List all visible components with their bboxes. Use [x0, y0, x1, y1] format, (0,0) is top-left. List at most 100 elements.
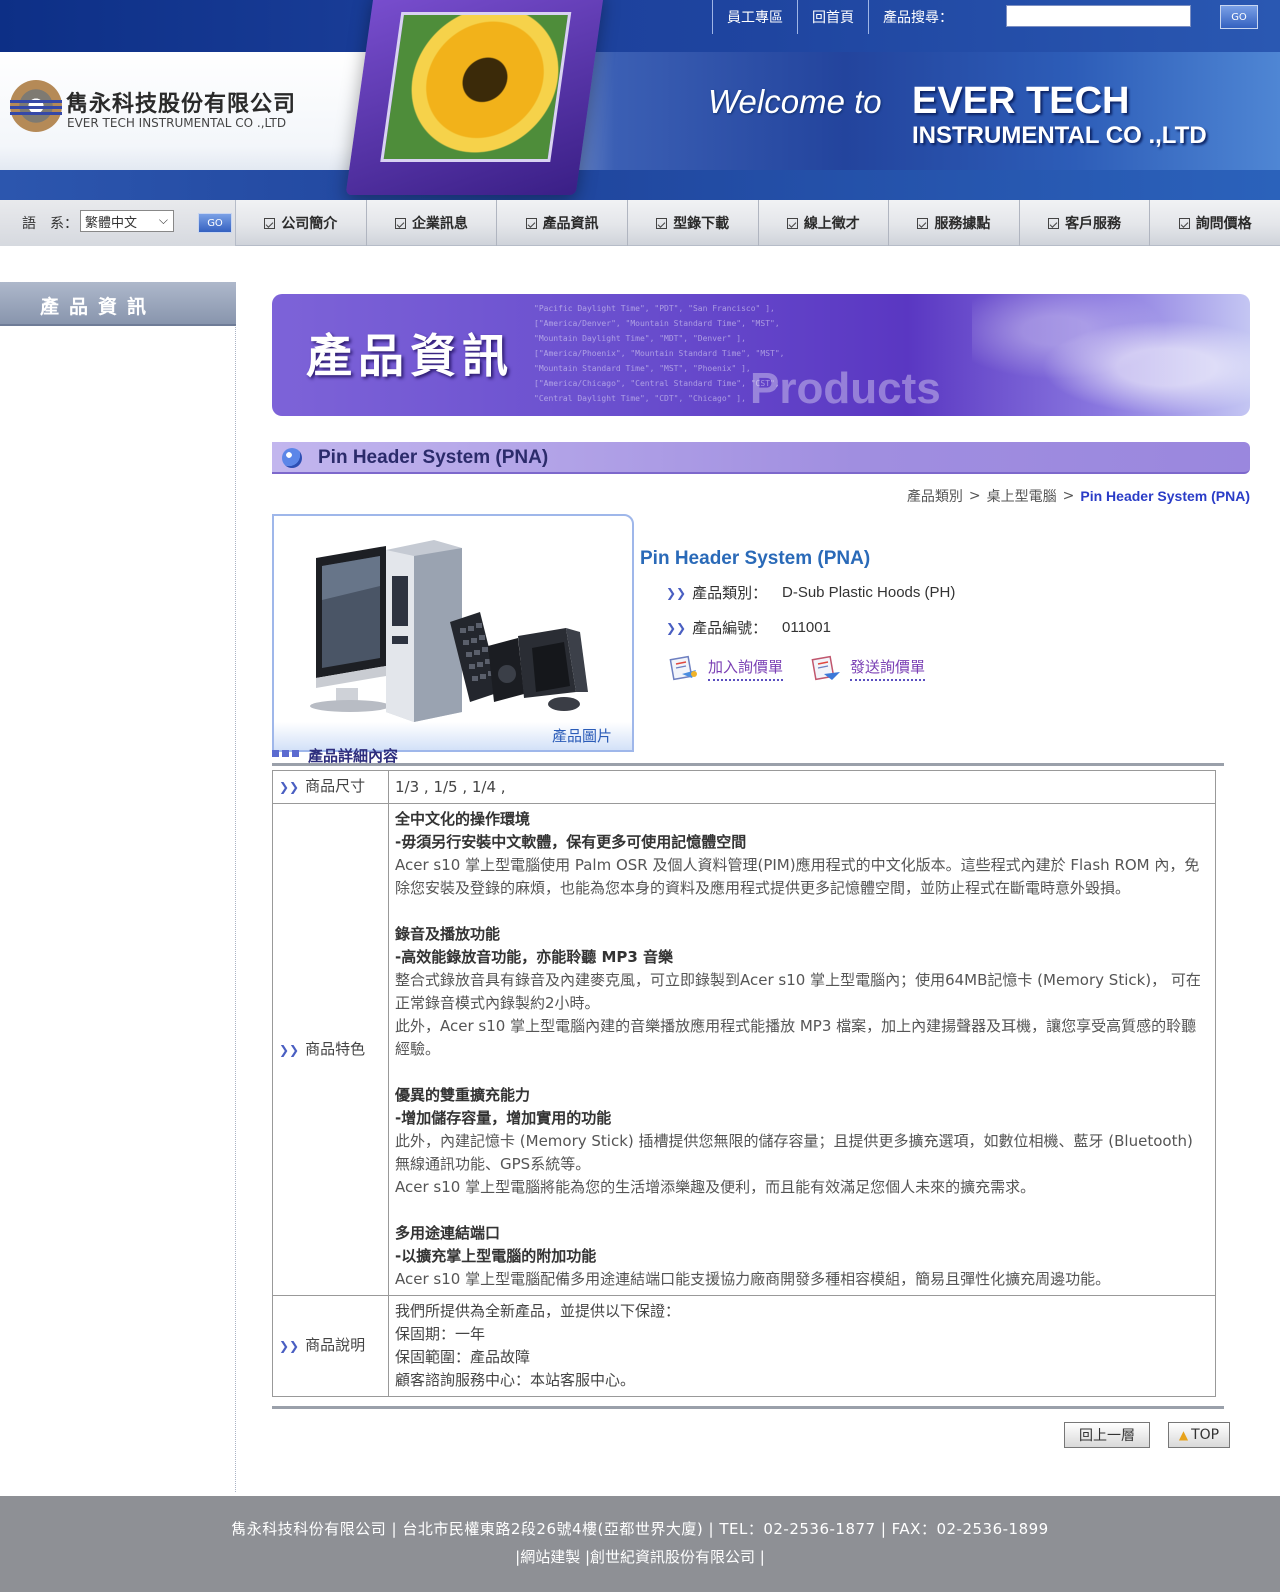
detail-header: 產品詳細內容: [272, 744, 1224, 766]
desktop-computer-image: [310, 540, 588, 722]
product-category-value: D-Sub Plastic Hoods (PH): [782, 584, 956, 601]
product-image-box[interactable]: 產品圖片: [272, 514, 634, 752]
banner-wave-graphic: [972, 294, 1250, 416]
table-row-description: ❯❯ 商品說明 我們所提供為全新產品，並提供以下保證： 保固期：一年 保固範圍：產…: [272, 1295, 1216, 1397]
breadcrumb-item-current: Pin Header System (PNA): [1080, 488, 1250, 504]
feature-body: Acer s10 掌上型電腦使用 Palm OSR 及個人資料管理(PIM)應用…: [395, 856, 1200, 897]
description-line: 顧客諮詢服務中心：本站客服中心。: [395, 1371, 636, 1389]
globe-bullet-icon: [282, 448, 302, 468]
double-arrow-icon: ❯❯: [279, 780, 300, 794]
feature-subtitle: -以擴充掌上型電腦的附加功能: [395, 1247, 597, 1265]
description-line: 保固期：一年: [395, 1325, 486, 1343]
checkbox-icon: [1048, 217, 1060, 229]
checkbox-icon: [656, 217, 668, 229]
home-link[interactable]: 回首頁: [797, 0, 868, 34]
section-title: Pin Header System (PNA): [318, 447, 549, 468]
up-arrow-icon: ▲: [1178, 1428, 1189, 1442]
checkbox-icon: [264, 217, 276, 229]
banner-bg-text: "Pacific Daylight Time", "PDT", "San Fra…: [534, 304, 775, 313]
feature-body: 此外，Acer s10 掌上型電腦內建的音樂播放應用程式能播放 MP3 檔案，加…: [395, 1017, 1197, 1058]
feature-subtitle: -毋須另行安裝中文軟體，保有更多可使用記憶體空間: [395, 833, 747, 851]
footer-credit-link[interactable]: |網站建製 |創世紀資訊股份有限公司 |: [0, 1546, 1280, 1567]
back-button[interactable]: 回上一層: [1064, 1422, 1150, 1448]
nav-item-careers[interactable]: 線上徵才: [759, 200, 890, 246]
feature-block: 優異的雙重擴充能力 -增加儲存容量，增加實用的功能 此外，內建記憶卡 (Memo…: [395, 1084, 1209, 1199]
detail-table: ❯❯ 商品尺寸 1/3 , 1/5 , 1/4 , ❯❯ 商品特色 全中文化的操作環…: [272, 770, 1216, 1397]
send-inquiry-button[interactable]: 發送詢價單: [810, 654, 926, 682]
feature-title: 優異的雙重擴充能力: [395, 1086, 531, 1104]
chevron-down-icon: ⌵: [158, 213, 168, 227]
table-bottom-rule: [272, 1406, 1224, 1409]
feature-block: 多用途連結端口 -以擴充掌上型電腦的附加功能 Acer s10 掌上型電腦配備多…: [395, 1222, 1209, 1291]
double-arrow-icon: ❯❯: [279, 1339, 300, 1353]
top-links: 員工專區 回首頁 產品搜尋：: [712, 0, 963, 34]
breadcrumb-item-desktop[interactable]: 桌上型電腦: [987, 486, 1057, 506]
breadcrumb-item-category[interactable]: 產品類別: [907, 486, 963, 506]
detail-title: 產品詳細內容: [308, 747, 399, 765]
language-area: 語 系： 繁體中文 ⌵ GO: [0, 200, 236, 246]
site-header: 雋永科技股份有限公司 EVER TECH INSTRUMENTAL CO .,L…: [0, 0, 1280, 200]
nav-item-corporate-news[interactable]: 企業訊息: [367, 200, 498, 246]
staff-area-link[interactable]: 員工專區: [712, 0, 797, 34]
page: 雋永科技股份有限公司 EVER TECH INSTRUMENTAL CO .,L…: [0, 0, 1280, 1592]
product-image-label[interactable]: 產品圖片: [552, 725, 612, 746]
sidebar-title: 產品資訊: [0, 282, 236, 326]
checkbox-icon: [917, 217, 929, 229]
size-label-cell: ❯❯ 商品尺寸: [272, 770, 389, 804]
nav-item-company-intro[interactable]: 公司簡介: [236, 200, 367, 246]
top-button[interactable]: ▲ TOP: [1168, 1422, 1230, 1448]
site-footer: 雋永科技科份有限公司 | 台北市民權東路2段26號4樓(亞都世界大廈) | TE…: [0, 1496, 1280, 1592]
brand-name-line2: INSTRUMENTAL CO .,LTD: [912, 122, 1207, 149]
add-to-inquiry-label: 加入詢價單: [708, 656, 784, 681]
banner-title: 產品資訊: [306, 329, 514, 383]
sunflower-screen: [380, 12, 572, 162]
language-label: 語 系：: [22, 216, 78, 232]
feature-title: 錄音及播放功能: [395, 925, 501, 943]
double-arrow-icon: ❯❯: [666, 620, 687, 635]
section-header: Pin Header System (PNA): [272, 442, 1250, 474]
product-code-value: 011001: [782, 619, 831, 636]
feature-title: 全中文化的操作環境: [395, 810, 531, 828]
square-bullets-icon: [272, 750, 299, 757]
feature-body: Acer s10 掌上型電腦配備多用途連結端口能支援協力廠商開發多種相容模組，簡…: [395, 1270, 1111, 1288]
feature-title: 多用途連結端口: [395, 1224, 501, 1242]
search-go-button[interactable]: GO: [1220, 5, 1258, 29]
product-category-row: ❯❯ 產品類別： D-Sub Plastic Hoods (PH): [666, 582, 955, 603]
send-inquiry-icon: [811, 655, 840, 681]
features-label-cell: ❯❯ 商品特色: [272, 803, 389, 1296]
company-name-en[interactable]: EVER TECH INSTRUMENTAL CO .,LTD: [67, 116, 286, 130]
nav-item-products[interactable]: 產品資訊: [497, 200, 628, 246]
nav-item-service-locations[interactable]: 服務據點: [889, 200, 1020, 246]
add-inquiry-icon: [669, 655, 697, 681]
banner-bg-text: ["America/Denver", "Mountain Standard Ti…: [534, 319, 780, 328]
header-bottom-band: [0, 170, 1280, 200]
product-category-label: 產品類別：: [692, 584, 768, 602]
product-code-label: 產品編號：: [692, 619, 768, 637]
nav-item-price-inquiry[interactable]: 詢問價格: [1150, 200, 1280, 246]
description-value-cell: 我們所提供為全新產品，並提供以下保證： 保固期：一年 保固範圍：產品故障 顧客諮…: [388, 1295, 1216, 1397]
features-value-cell: 全中文化的操作環境 -毋須另行安裝中文軟體，保有更多可使用記憶體空間 Acer …: [388, 803, 1216, 1296]
sidebar-title-text: 產品資訊: [40, 296, 157, 318]
checkbox-icon: [1178, 217, 1190, 229]
nav-item-customer-service[interactable]: 客戶服務: [1020, 200, 1151, 246]
company-name-cn[interactable]: 雋永科技股份有限公司: [66, 86, 296, 118]
product-search-input[interactable]: [1006, 5, 1191, 27]
double-arrow-icon: ❯❯: [666, 585, 687, 600]
language-go-button[interactable]: GO: [198, 213, 232, 233]
breadcrumb-separator: >: [968, 488, 981, 504]
description-line: 保固範圍：產品故障: [395, 1348, 531, 1366]
product-search-label: 產品搜尋：: [868, 0, 963, 34]
send-inquiry-label: 發送詢價單: [850, 656, 926, 681]
sidebar: 產品資訊: [0, 282, 236, 1492]
welcome-text: Welcome to: [708, 83, 882, 120]
description-line: 我們所提供為全新產品，並提供以下保證：: [395, 1302, 681, 1320]
company-logo-icon[interactable]: [10, 80, 62, 132]
nav-item-catalog-download[interactable]: 型錄下載: [628, 200, 759, 246]
add-to-inquiry-button[interactable]: 加入詢價單: [668, 654, 784, 682]
sunflower-monitor-image: [345, 0, 605, 195]
main-navigation: 語 系： 繁體中文 ⌵ GO 公司簡介 企業訊息 產品資訊 型錄下載 線上徵才 …: [0, 200, 1280, 246]
language-select[interactable]: 繁體中文 ⌵: [80, 210, 174, 232]
table-row-features: ❯❯ 商品特色 全中文化的操作環境 -毋須另行安裝中文軟體，保有更多可使用記憶體空…: [272, 803, 1216, 1296]
checkbox-icon: [786, 217, 798, 229]
feature-body: 此外，內建記憶卡 (Memory Stick) 插槽提供您無限的儲存容量；且提供…: [395, 1132, 1193, 1173]
